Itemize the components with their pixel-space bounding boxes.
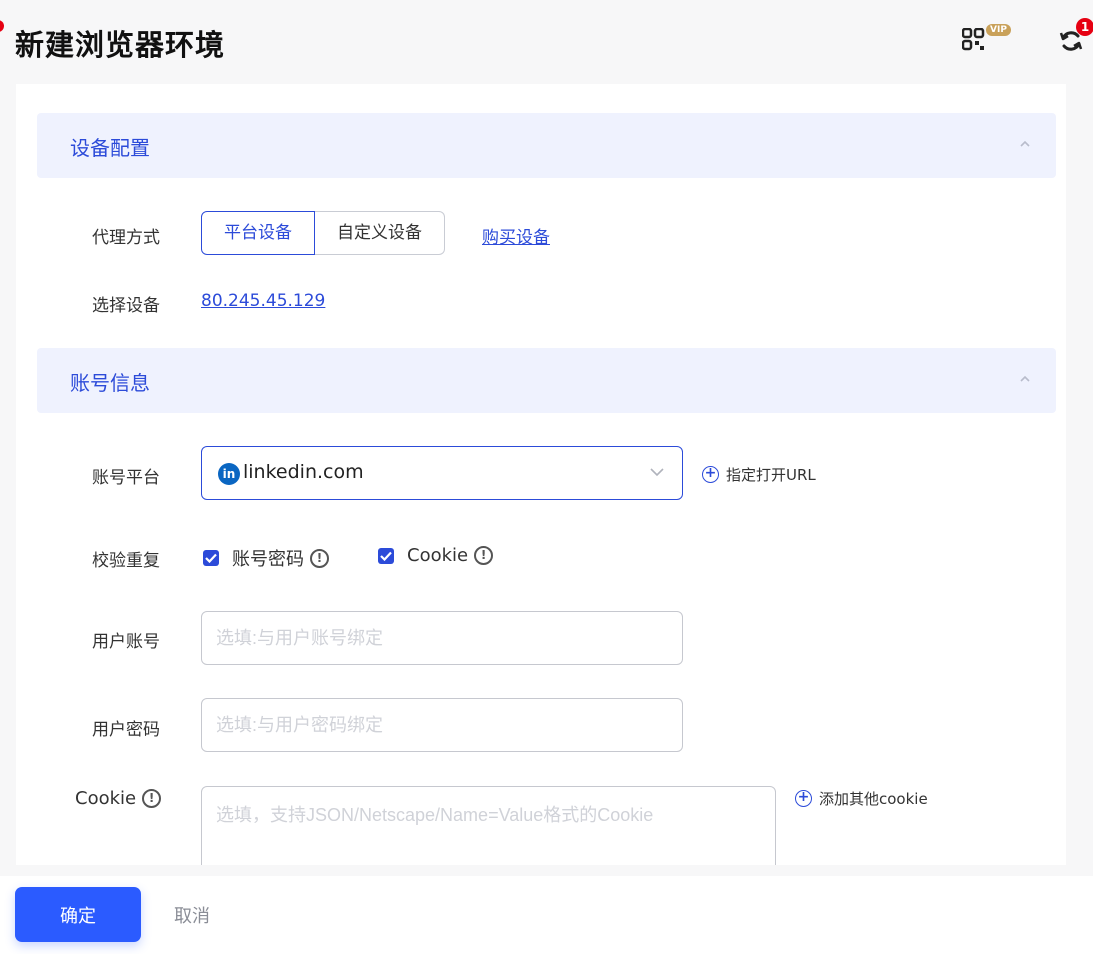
check-account-password-label: 账号密码 [232, 549, 304, 570]
username-label: 用户账号 [92, 632, 160, 652]
chevron-up-icon [1020, 375, 1030, 382]
password-label: 用户密码 [92, 720, 160, 740]
platform-label: 账号平台 [92, 468, 160, 488]
check-account-password[interactable]: 账号密码 ! [203, 545, 329, 571]
header-bar: 新建浏览器环境 VIP 1 [0, 0, 1093, 84]
info-icon[interactable]: ! [142, 789, 162, 808]
section-title-account: 账号信息 [70, 371, 150, 395]
qr-code-icon [962, 28, 985, 51]
proxy-label: 代理方式 [92, 228, 160, 248]
sync-count-badge: 1 [1076, 18, 1093, 36]
check-cookie[interactable]: Cookie ! [378, 545, 494, 566]
linkedin-icon: in [218, 463, 240, 485]
proxy-mode-segmented: 平台设备 自定义设备 [201, 211, 445, 255]
username-input[interactable] [201, 611, 683, 665]
open-url-link[interactable]: + 指定打开URL [702, 464, 816, 485]
page-title: 新建浏览器环境 [15, 28, 226, 62]
scroll-track[interactable] [1066, 84, 1093, 876]
device-ip-link[interactable]: 80.245.45.129 [201, 291, 325, 311]
check-cookie-label: Cookie [407, 545, 469, 566]
add-cookie-label: 添加其他cookie [819, 790, 928, 808]
proxy-option-custom[interactable]: 自定义设备 [315, 211, 445, 255]
info-icon[interactable]: ! [474, 546, 494, 565]
platform-select-value: linkedin.com [243, 461, 364, 483]
cookie-label-group: Cookie ! [75, 788, 162, 809]
chevron-down-icon [650, 468, 664, 477]
proxy-option-platform[interactable]: 平台设备 [201, 211, 315, 255]
section-header-account[interactable]: 账号信息 [37, 348, 1056, 413]
form-content: 设备配置 代理方式 平台设备 自定义设备 购买设备 选择设备 80.245.45… [16, 84, 1066, 865]
info-icon[interactable]: ! [310, 548, 329, 568]
checkbox-checked[interactable] [203, 550, 219, 566]
plus-circle-icon: + [795, 790, 812, 807]
chevron-up-icon [1020, 140, 1030, 147]
platform-select[interactable]: in linkedin.com [201, 446, 683, 500]
cookie-label: Cookie [75, 788, 137, 809]
open-url-label: 指定打开URL [726, 466, 816, 484]
select-device-label: 选择设备 [92, 296, 160, 316]
qr-code-button[interactable]: VIP [962, 24, 1014, 54]
password-input[interactable] [201, 698, 683, 752]
cancel-button[interactable]: 取消 [174, 902, 210, 928]
checkbox-checked[interactable] [378, 547, 394, 564]
notification-dot [0, 20, 4, 32]
confirm-button[interactable]: 确定 [15, 887, 141, 942]
plus-circle-icon: + [702, 466, 719, 483]
section-header-device[interactable]: 设备配置 [37, 113, 1056, 178]
add-cookie-link[interactable]: + 添加其他cookie [795, 788, 928, 809]
sync-button[interactable]: 1 [1056, 18, 1093, 56]
cookie-textarea[interactable] [201, 786, 776, 865]
vip-badge: VIP [986, 24, 1011, 36]
section-title-device: 设备配置 [70, 136, 150, 160]
buy-device-link[interactable]: 购买设备 [482, 223, 550, 248]
verify-label: 校验重复 [92, 551, 160, 571]
footer-bar: 确定 取消 [0, 876, 1093, 954]
